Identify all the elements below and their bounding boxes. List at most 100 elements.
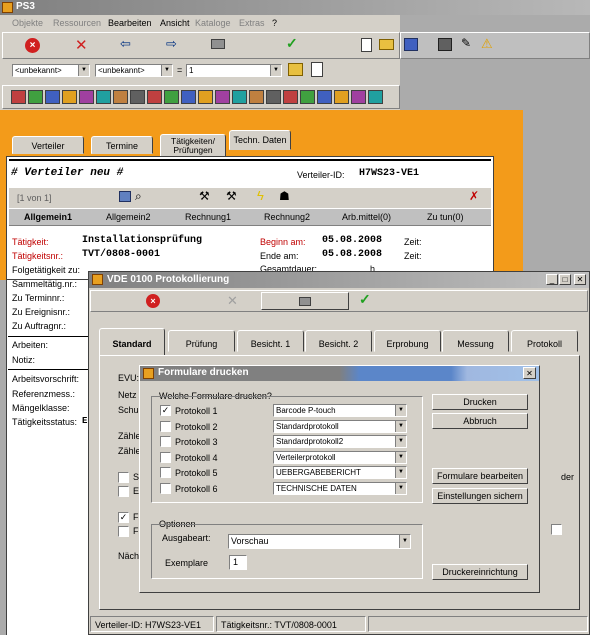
tab-techn-daten[interactable]: Techn. Daten [229, 130, 291, 150]
object-tool-icon[interactable] [334, 90, 349, 104]
subtab-rechnung2[interactable]: Rechnung2 [264, 212, 310, 222]
filter-apply-icon[interactable] [288, 63, 303, 76]
menu-ressourcen[interactable]: Ressourcen [53, 18, 101, 28]
protokoll-select-3[interactable]: Standardprotokoll2 ▼ [273, 435, 407, 448]
computer-icon[interactable] [438, 38, 452, 51]
hammer2-icon[interactable]: ⚒ [226, 189, 237, 203]
object-tool-icon[interactable] [96, 90, 111, 104]
vde-check-icon[interactable]: ✓ [359, 291, 371, 308]
abbruch-button[interactable]: Abbruch [432, 413, 528, 429]
subtab-arbmittel[interactable]: Arb.mittel(0) [342, 212, 391, 222]
vde-tab-protokoll[interactable]: Protokoll [511, 330, 578, 352]
protokoll-checkbox-2[interactable] [160, 420, 171, 432]
list-view-icon[interactable] [119, 191, 131, 202]
formulare-close-button[interactable]: ✕ [523, 367, 536, 379]
vde-tab-erprobung[interactable]: Erprobung [374, 330, 441, 352]
new-doc-icon[interactable] [361, 38, 372, 52]
worker-icon[interactable]: ☗ [279, 189, 290, 203]
protokoll-checkbox-5[interactable] [160, 467, 171, 478]
taetigkeit-value[interactable]: Installationsprüfung [82, 235, 202, 246]
object-tool-icon[interactable] [147, 90, 162, 104]
arrow-left-icon[interactable]: ⇦ [120, 36, 131, 52]
vde-maximize-button[interactable]: □ [559, 274, 571, 285]
hammer-icon[interactable]: ⚒ [199, 189, 210, 203]
object-tool-icon[interactable] [317, 90, 332, 104]
object-tool-icon[interactable] [215, 90, 230, 104]
lightning-icon[interactable]: ϟ [257, 188, 264, 203]
filter-doc-icon[interactable] [311, 62, 323, 77]
arrow-right-icon[interactable]: ⇨ [166, 36, 177, 52]
search-icon[interactable]: ⌕ [135, 189, 142, 204]
object-tool-icon[interactable] [45, 90, 60, 104]
drucken-button[interactable]: Drucken [432, 394, 528, 410]
cancel-red-icon[interactable]: × [25, 38, 40, 53]
vde-tab-pruefung[interactable]: Prüfung [168, 330, 235, 352]
menu-extras[interactable]: Extras [239, 18, 265, 28]
vde-delete-icon[interactable]: ✕ [227, 293, 238, 309]
object-tool-icon[interactable] [266, 90, 281, 104]
object-tool-icon[interactable] [130, 90, 145, 104]
filter-combo-3[interactable]: 1 ▼ [186, 64, 282, 77]
filter-combo-2[interactable]: <unbekannt> ▼ [95, 64, 173, 77]
subtab-allgemein2[interactable]: Allgemein2 [106, 212, 151, 222]
vde-tab-besicht1[interactable]: Besicht. 1 [237, 330, 304, 352]
vde-cancel-icon[interactable]: × [146, 294, 160, 308]
vde-tab-messung[interactable]: Messung [442, 330, 509, 352]
object-tool-icon[interactable] [164, 90, 179, 104]
vde-checkbox-e[interactable] [118, 486, 129, 497]
object-tool-icon[interactable] [62, 90, 77, 104]
ausgabeart-select[interactable]: Vorschau ▼ [228, 534, 411, 549]
vde-minimize-button[interactable]: _ [546, 274, 558, 285]
check-icon[interactable]: ✓ [286, 35, 298, 52]
einstellungen-sichern-button[interactable]: Einstellungen sichern [432, 488, 528, 504]
ende-value[interactable]: 05.08.2008 [322, 249, 382, 260]
object-tool-icon[interactable] [198, 90, 213, 104]
subtab-rechnung1[interactable]: Rechnung1 [185, 212, 231, 222]
protokoll-checkbox-4[interactable] [160, 451, 171, 463]
protokoll-select-4[interactable]: Verteilerprotokoll ▼ [273, 450, 407, 464]
tab-taetigkeiten[interactable]: Tätigkeiten/ Prüfungen [160, 134, 226, 158]
tab-verteiler[interactable]: Verteiler [12, 136, 84, 154]
vde-checkbox-right[interactable] [551, 524, 562, 535]
tab-termine[interactable]: Termine [91, 136, 153, 154]
menu-objekte[interactable]: Objekte [12, 18, 43, 28]
protokoll-select-2[interactable]: Standardprotokoll ▼ [273, 419, 407, 433]
object-tool-icon[interactable] [232, 90, 247, 104]
delete-icon[interactable]: ✕ [75, 36, 88, 54]
window-icon[interactable] [404, 38, 418, 51]
object-tool-icon[interactable] [11, 90, 26, 104]
menu-kataloge[interactable]: Kataloge [195, 18, 231, 28]
object-tool-icon[interactable] [249, 90, 264, 104]
object-tool-icon[interactable] [283, 90, 298, 104]
taetigkeitsnr-value[interactable]: TVT/0808-0001 [82, 249, 160, 260]
vde-checkbox-s[interactable] [118, 472, 129, 483]
vde-close-button[interactable]: ✕ [574, 274, 586, 285]
tool-icon[interactable]: ✎ [461, 36, 471, 50]
object-tool-icon[interactable] [351, 90, 366, 104]
protokoll-checkbox-1[interactable]: ✓ [160, 405, 171, 416]
vde-checkbox-f1[interactable]: ✓ [118, 512, 129, 523]
protokoll-select-6[interactable]: TECHNISCHE DATEN ▼ [273, 481, 407, 495]
delete-item-icon[interactable]: ✗ [469, 189, 479, 203]
open-folder-icon[interactable] [379, 39, 394, 50]
exemplare-input[interactable]: 1 [229, 555, 247, 570]
formulare-bearbeiten-button[interactable]: Formulare bearbeiten [432, 468, 528, 484]
protokoll-select-5[interactable]: UEBERGABEBERICHT ▼ [273, 466, 407, 479]
menu-ansicht[interactable]: Ansicht [160, 18, 190, 28]
vde-tab-besicht2[interactable]: Besicht. 2 [305, 330, 372, 352]
menu-bearbeiten[interactable]: Bearbeiten [108, 18, 152, 28]
vde-print-button[interactable] [261, 292, 349, 310]
beginn-value[interactable]: 05.08.2008 [322, 235, 382, 246]
object-tool-icon[interactable] [368, 90, 383, 104]
protokoll-select-1[interactable]: Barcode P-touch ▼ [273, 404, 407, 417]
warning-icon[interactable]: ⚠ [481, 36, 493, 52]
subtab-allgemein1[interactable]: Allgemein1 [24, 212, 72, 222]
filter-combo-1[interactable]: <unbekannt> ▼ [12, 64, 90, 77]
vde-checkbox-f2[interactable] [118, 526, 129, 537]
print-icon[interactable] [211, 39, 225, 49]
object-tool-icon[interactable] [28, 90, 43, 104]
object-tool-icon[interactable] [300, 90, 315, 104]
object-tool-icon[interactable] [113, 90, 128, 104]
protokoll-checkbox-6[interactable] [160, 482, 171, 494]
menu-help[interactable]: ? [272, 18, 277, 28]
